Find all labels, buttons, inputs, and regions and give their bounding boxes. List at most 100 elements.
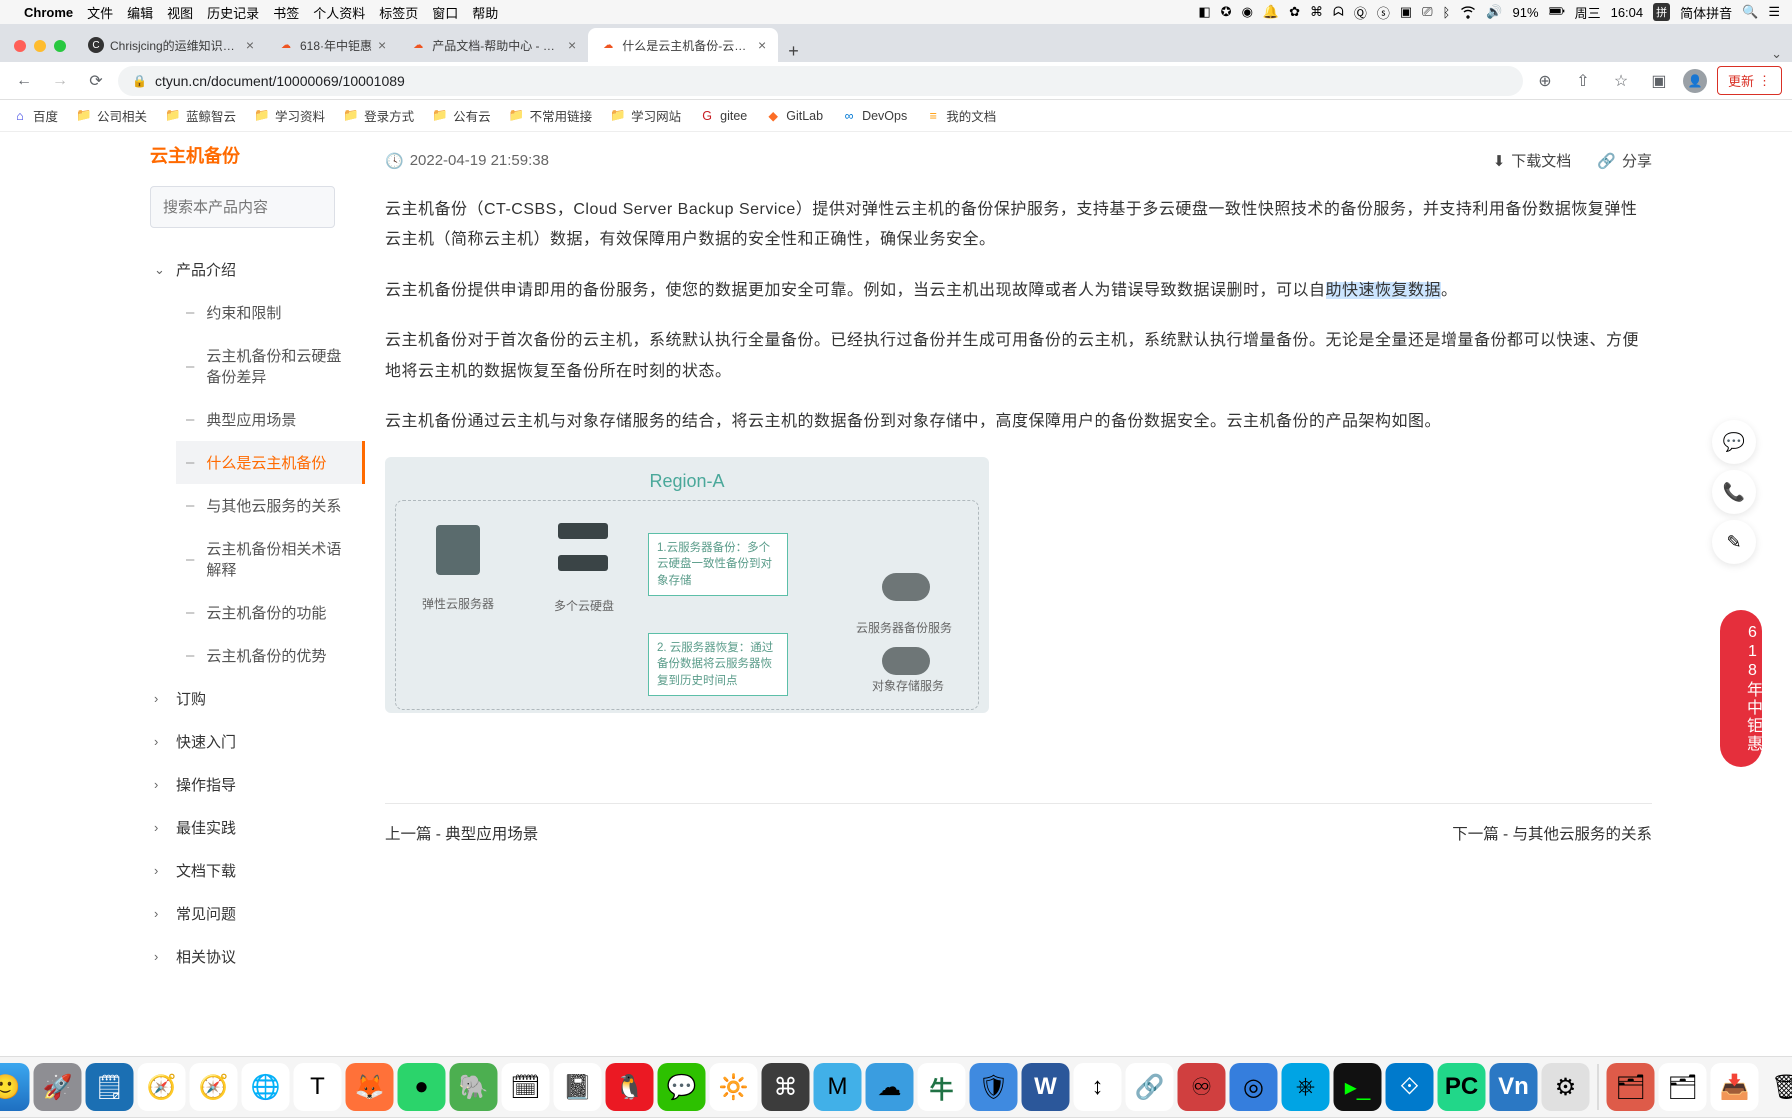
battery-icon[interactable] — [1549, 3, 1565, 22]
nav-order[interactable]: ›订购 — [140, 677, 365, 720]
bluetooth-icon[interactable]: ᛒ — [1443, 5, 1451, 20]
nav-sub-constraints[interactable]: –约束和限制 — [176, 291, 365, 334]
dock-app[interactable]: 📓 — [554, 1063, 602, 1111]
bell-icon[interactable]: 🔔 — [1263, 4, 1279, 20]
close-window-icon[interactable] — [14, 40, 26, 52]
status-icon[interactable]: ᗣ — [1333, 4, 1344, 20]
edit-button[interactable]: ✎ — [1712, 520, 1756, 564]
bookmark-study[interactable]: 📁学习资料 — [254, 106, 325, 125]
menu-file[interactable]: 文件 — [87, 3, 113, 22]
bookmark-site[interactable]: 📁学习网站 — [610, 106, 681, 125]
close-icon[interactable]: × — [246, 37, 254, 53]
tab-4-active[interactable]: ☁ 什么是云主机备份-云主机备份-/ × — [588, 28, 778, 62]
dock-app[interactable]: 🛡 — [970, 1063, 1018, 1111]
menubar-time[interactable]: 16:04 — [1611, 5, 1644, 20]
dock-wps[interactable]: W — [1022, 1063, 1070, 1111]
dock-firefox[interactable]: 🦊 — [346, 1063, 394, 1111]
bookmark-gitee[interactable]: Ggitee — [699, 108, 747, 124]
search-input[interactable] — [150, 186, 335, 228]
tab-overflow-icon[interactable]: ⌄ — [1771, 46, 1782, 62]
dock-wechat[interactable]: 💬 — [658, 1063, 706, 1111]
nav-sub-advantages[interactable]: –云主机备份的优势 — [176, 634, 365, 677]
dock-terminal[interactable]: ▸_ — [1334, 1063, 1382, 1111]
dock-app[interactable]: 🧭 — [138, 1063, 186, 1111]
menu-bookmarks[interactable]: 书签 — [273, 3, 299, 22]
profile-avatar[interactable]: 👤 — [1683, 69, 1707, 93]
status-icon[interactable]: Ⓠ — [1354, 3, 1367, 22]
volume-icon[interactable]: 🔊 — [1486, 4, 1502, 20]
dock-qq[interactable]: 🐧 — [606, 1063, 654, 1111]
bookmark-devops[interactable]: ∞DevOps — [841, 108, 907, 124]
nav-bestpractice[interactable]: ›最佳实践 — [140, 806, 365, 849]
dock-app[interactable]: ↕ — [1074, 1063, 1122, 1111]
wifi-icon[interactable] — [1460, 3, 1476, 22]
tab-2[interactable]: ☁ 618·年中钜惠 × — [266, 28, 398, 62]
dock-app[interactable]: M — [814, 1063, 862, 1111]
nav-sub-usecase[interactable]: –典型应用场景 — [176, 398, 365, 441]
promo-badge[interactable]: 618年中钜惠 — [1720, 610, 1762, 767]
dock-vnc[interactable]: Vn — [1490, 1063, 1538, 1111]
nav-faq[interactable]: ›常见问题 — [140, 892, 365, 935]
dock-safari[interactable]: 🧭 — [190, 1063, 238, 1111]
dock-app[interactable]: 🗒 — [86, 1063, 134, 1111]
status-icon[interactable]: ◧ — [1198, 4, 1210, 20]
bookmark-company[interactable]: 📁公司相关 — [76, 106, 147, 125]
close-icon[interactable]: × — [758, 37, 766, 53]
status-icon[interactable]: ◉ — [1242, 4, 1253, 20]
back-button[interactable]: ← — [10, 67, 38, 95]
menu-tabs[interactable]: 标签页 — [379, 3, 418, 22]
close-icon[interactable]: × — [568, 37, 576, 53]
nav-quickstart[interactable]: ›快速入门 — [140, 720, 365, 763]
dock-app[interactable]: 🗓 — [502, 1063, 550, 1111]
nav-guide[interactable]: ›操作指导 — [140, 763, 365, 806]
menu-history[interactable]: 历史记录 — [207, 3, 259, 22]
download-doc-button[interactable]: ⬇下载文档 — [1493, 150, 1572, 171]
zoom-icon[interactable]: ⊕ — [1531, 67, 1559, 95]
search-icon[interactable]: 🔍 — [1742, 4, 1758, 20]
nav-product-intro[interactable]: ⌄产品介绍 — [140, 248, 365, 291]
minimize-window-icon[interactable] — [34, 40, 46, 52]
dock-app[interactable]: 🔆 — [710, 1063, 758, 1111]
share-button[interactable]: 🔗分享 — [1597, 150, 1652, 171]
tab-1[interactable]: C Chrisjcing的运维知识体系 × — [76, 28, 266, 62]
bookmark-bk[interactable]: 📁蓝鲸智云 — [165, 106, 236, 125]
share-icon[interactable]: ⇧ — [1569, 67, 1597, 95]
status-icon[interactable]: ✪ — [1221, 4, 1232, 20]
screen-icon[interactable]: ⎚ — [1422, 4, 1432, 20]
dock-app[interactable]: T — [294, 1063, 342, 1111]
status-icon[interactable]: ▣ — [1400, 4, 1412, 20]
url-input[interactable]: 🔒 ctyun.cn/document/10000069/10001089 — [118, 66, 1523, 96]
dock-app[interactable]: ⚙ — [1542, 1063, 1590, 1111]
dock-app[interactable]: ♾ — [1178, 1063, 1226, 1111]
bookmark-rare[interactable]: 📁不常用链接 — [509, 106, 593, 125]
menubar-day[interactable]: 周三 — [1575, 3, 1601, 22]
dock-vscode[interactable]: ⟐ — [1386, 1063, 1434, 1111]
nav-sub-features[interactable]: –云主机备份的功能 — [176, 591, 365, 634]
control-center-icon[interactable]: ☰ — [1768, 4, 1780, 20]
menu-profile[interactable]: 个人资料 — [313, 3, 365, 22]
nav-sub-diff[interactable]: –云主机备份和云硬盘备份差异 — [176, 334, 365, 398]
chat-button[interactable]: 💬 — [1712, 420, 1756, 464]
dock-app[interactable]: 🗂 — [1659, 1063, 1707, 1111]
tab-3[interactable]: ☁ 产品文档-帮助中心 - 天翼云 × — [398, 28, 588, 62]
dock-app[interactable]: 🔗 — [1126, 1063, 1174, 1111]
extensions-icon[interactable]: ▣ — [1645, 67, 1673, 95]
nav-sub-relations[interactable]: –与其他云服务的关系 — [176, 484, 365, 527]
dock-finder[interactable]: 🙂 — [0, 1063, 30, 1111]
app-name[interactable]: Chrome — [24, 5, 73, 20]
next-article-link[interactable]: 下一篇 - 与其他云服务的关系 — [1452, 822, 1652, 844]
dock-app[interactable]: ◎ — [1230, 1063, 1278, 1111]
status-icon[interactable]: ✿ — [1289, 4, 1300, 20]
window-controls[interactable] — [8, 40, 76, 62]
bookmark-gitlab[interactable]: ◆GitLab — [765, 108, 823, 124]
maximize-window-icon[interactable] — [54, 40, 66, 52]
dock-trash[interactable]: 🗑 — [1763, 1063, 1792, 1111]
nav-sub-terms[interactable]: –云主机备份相关术语解释 — [176, 527, 365, 591]
dock-terminal[interactable]: ⌘ — [762, 1063, 810, 1111]
bookmark-baidu[interactable]: ⌂百度 — [12, 106, 58, 125]
dock-app[interactable]: ● — [398, 1063, 446, 1111]
close-icon[interactable]: × — [378, 37, 386, 53]
reload-button[interactable]: ⟳ — [82, 67, 110, 95]
bookmark-login[interactable]: 📁登录方式 — [343, 106, 414, 125]
ime-indicator[interactable]: 拼 — [1653, 3, 1670, 21]
